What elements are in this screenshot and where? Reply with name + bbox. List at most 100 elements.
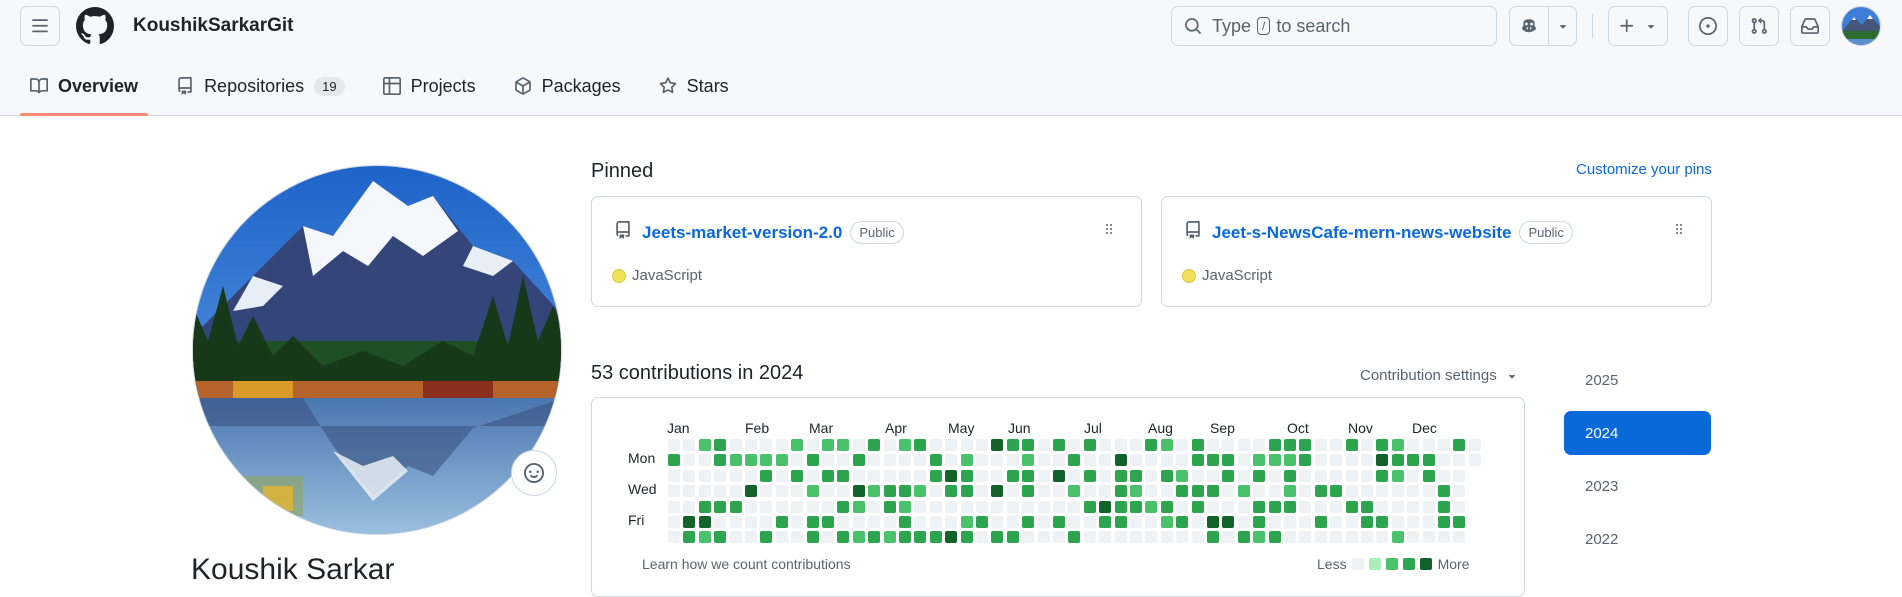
contribution-day-cell[interactable] (1022, 485, 1035, 498)
contribution-day-cell[interactable] (1376, 469, 1389, 482)
contribution-day-cell[interactable] (1253, 469, 1266, 482)
contribution-day-cell[interactable] (1407, 485, 1420, 498)
contribution-day-cell[interactable] (1284, 454, 1296, 467)
contribution-day-cell[interactable] (837, 485, 850, 498)
contribution-day-cell[interactable] (714, 469, 727, 482)
contribution-day-cell[interactable] (1145, 439, 1158, 451)
contribution-day-cell[interactable] (1330, 500, 1343, 513)
contribution-day-cell[interactable] (1422, 454, 1435, 467)
contribution-day-cell[interactable] (1422, 439, 1435, 451)
contribution-day-cell[interactable] (1145, 469, 1158, 482)
contribution-day-cell[interactable] (760, 531, 773, 544)
contribution-day-cell[interactable] (668, 500, 680, 513)
contribution-day-cell[interactable] (1022, 439, 1035, 451)
contribution-day-cell[interactable] (1099, 531, 1112, 544)
year-link[interactable]: 2025 (1564, 358, 1711, 402)
contribution-day-cell[interactable] (1068, 500, 1081, 513)
contribution-day-cell[interactable] (1299, 454, 1312, 467)
contribution-day-cell[interactable] (745, 469, 757, 482)
contribution-day-cell[interactable] (899, 454, 911, 467)
contribution-day-cell[interactable] (1391, 454, 1404, 467)
contribution-day-cell[interactable] (1376, 485, 1389, 498)
contribution-day-cell[interactable] (760, 439, 773, 451)
contribution-day-cell[interactable] (1407, 454, 1420, 467)
tab-stars[interactable]: Stars (649, 64, 739, 108)
contribution-day-cell[interactable] (883, 485, 896, 498)
contribution-day-cell[interactable] (806, 454, 819, 467)
contribution-day-cell[interactable] (1361, 500, 1373, 513)
contribution-day-cell[interactable] (1068, 485, 1081, 498)
contribution-day-cell[interactable] (837, 516, 850, 528)
contribution-day-cell[interactable] (1222, 439, 1235, 451)
contribution-day-cell[interactable] (852, 485, 865, 498)
contribution-day-cell[interactable] (791, 439, 804, 451)
contribution-day-cell[interactable] (1345, 439, 1358, 451)
contribution-day-cell[interactable] (1160, 500, 1173, 513)
contribution-day-cell[interactable] (1268, 516, 1281, 528)
contribution-day-cell[interactable] (1160, 439, 1173, 451)
contribution-day-cell[interactable] (1068, 469, 1081, 482)
contribution-day-cell[interactable] (1083, 500, 1096, 513)
contribution-day-cell[interactable] (1468, 454, 1481, 467)
contribution-day-cell[interactable] (1222, 531, 1235, 544)
contribution-day-cell[interactable] (791, 531, 804, 544)
contribution-day-cell[interactable] (683, 485, 696, 498)
contribution-day-cell[interactable] (1453, 500, 1466, 513)
contribution-day-cell[interactable] (1237, 439, 1250, 451)
contribution-day-cell[interactable] (1453, 485, 1466, 498)
contribution-day-cell[interactable] (1468, 439, 1481, 451)
contribution-day-cell[interactable] (1083, 516, 1096, 528)
header-username[interactable]: KoushikSarkarGit (133, 15, 294, 37)
contribution-day-cell[interactable] (1068, 439, 1081, 451)
contribution-day-cell[interactable] (760, 485, 773, 498)
contribution-day-cell[interactable] (929, 485, 942, 498)
contribution-day-cell[interactable] (1114, 516, 1127, 528)
search-input[interactable]: Type / to search (1171, 6, 1497, 46)
contribution-day-cell[interactable] (1253, 485, 1266, 498)
contribution-day-cell[interactable] (1345, 454, 1358, 467)
contribution-day-cell[interactable] (945, 454, 958, 467)
contribution-day-cell[interactable] (1037, 485, 1050, 498)
contribution-day-cell[interactable] (914, 500, 927, 513)
contribution-day-cell[interactable] (1160, 531, 1173, 544)
contribution-day-cell[interactable] (1438, 485, 1450, 498)
contribution-day-cell[interactable] (929, 454, 942, 467)
contribution-day-cell[interactable] (1176, 439, 1189, 451)
contribution-day-cell[interactable] (1130, 485, 1142, 498)
contribution-day-cell[interactable] (775, 485, 788, 498)
contribution-day-cell[interactable] (1068, 531, 1081, 544)
contribution-day-cell[interactable] (822, 500, 834, 513)
year-link[interactable]: 2024 (1564, 411, 1711, 455)
contribution-day-cell[interactable] (1330, 454, 1343, 467)
contribution-day-cell[interactable] (1391, 469, 1404, 482)
contribution-day-cell[interactable] (698, 485, 711, 498)
contribution-settings-button[interactable]: Contribution settings (1360, 367, 1519, 384)
contribution-day-cell[interactable] (1407, 469, 1420, 482)
contribution-day-cell[interactable] (1299, 531, 1312, 544)
contribution-day-cell[interactable] (1314, 469, 1327, 482)
contribution-day-cell[interactable] (791, 500, 804, 513)
contribution-day-cell[interactable] (698, 516, 711, 528)
contribution-day-cell[interactable] (760, 500, 773, 513)
contribution-day-cell[interactable] (729, 439, 742, 451)
contribution-day-cell[interactable] (1022, 469, 1035, 482)
contribution-day-cell[interactable] (1391, 516, 1404, 528)
contribution-day-cell[interactable] (1006, 516, 1019, 528)
user-avatar[interactable] (1841, 6, 1881, 46)
copilot-button[interactable] (1509, 6, 1549, 46)
contribution-day-cell[interactable] (868, 439, 881, 451)
contribution-day-cell[interactable] (1314, 531, 1327, 544)
contribution-day-cell[interactable] (868, 516, 881, 528)
contribution-day-cell[interactable] (1053, 454, 1065, 467)
contribution-day-cell[interactable] (683, 454, 696, 467)
contribution-day-cell[interactable] (775, 454, 788, 467)
contribution-day-cell[interactable] (1453, 454, 1466, 467)
tab-projects[interactable]: Projects (373, 64, 486, 108)
contribution-day-cell[interactable] (1160, 516, 1173, 528)
pinned-repo-link[interactable]: Jeets-market-version-2.0 (642, 223, 842, 242)
contribution-day-cell[interactable] (991, 531, 1004, 544)
contribution-day-cell[interactable] (668, 454, 680, 467)
contribution-day-cell[interactable] (837, 469, 850, 482)
contribution-day-cell[interactable] (960, 469, 973, 482)
contribution-day-cell[interactable] (1022, 500, 1035, 513)
